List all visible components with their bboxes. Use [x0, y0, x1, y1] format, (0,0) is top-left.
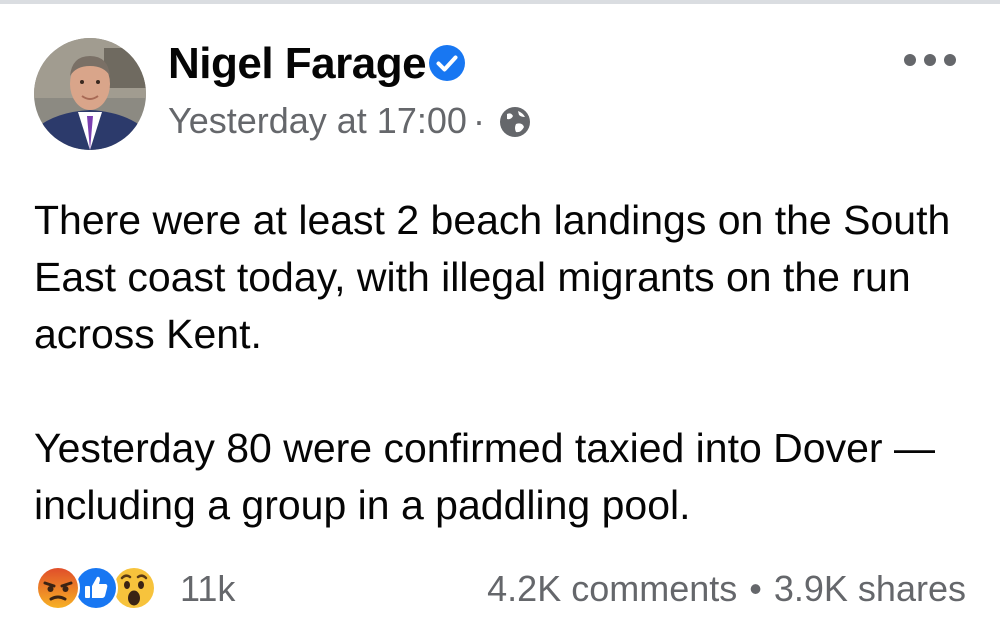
facebook-post: Nigel Farage Yesterday at 17:00 · There … [0, 0, 1000, 639]
avatar[interactable] [34, 38, 146, 150]
globe-icon[interactable] [498, 104, 532, 138]
more-options-icon[interactable] [900, 46, 960, 74]
engagement-stats: 4.2K comments • 3.9K shares [487, 566, 966, 612]
post-timestamp[interactable]: Yesterday at 17:00 [168, 98, 467, 144]
reaction-count[interactable]: 11k [180, 566, 235, 612]
post-text: There were at least 2 beach landings on … [34, 192, 984, 534]
verified-badge-icon [428, 44, 466, 82]
meta-separator: · [473, 100, 485, 141]
comments-count[interactable]: 4.2K comments [487, 568, 737, 609]
reactions-summary[interactable] [34, 564, 164, 614]
post-paragraph-2: Yesterday 80 were confirmed taxied into … [34, 425, 935, 528]
angry-reaction-icon [34, 564, 82, 612]
author-name[interactable]: Nigel Farage [168, 38, 427, 90]
stats-separator: • [749, 568, 762, 609]
post-paragraph-1: There were at least 2 beach landings on … [34, 197, 951, 357]
shares-count[interactable]: 3.9K shares [774, 568, 966, 609]
